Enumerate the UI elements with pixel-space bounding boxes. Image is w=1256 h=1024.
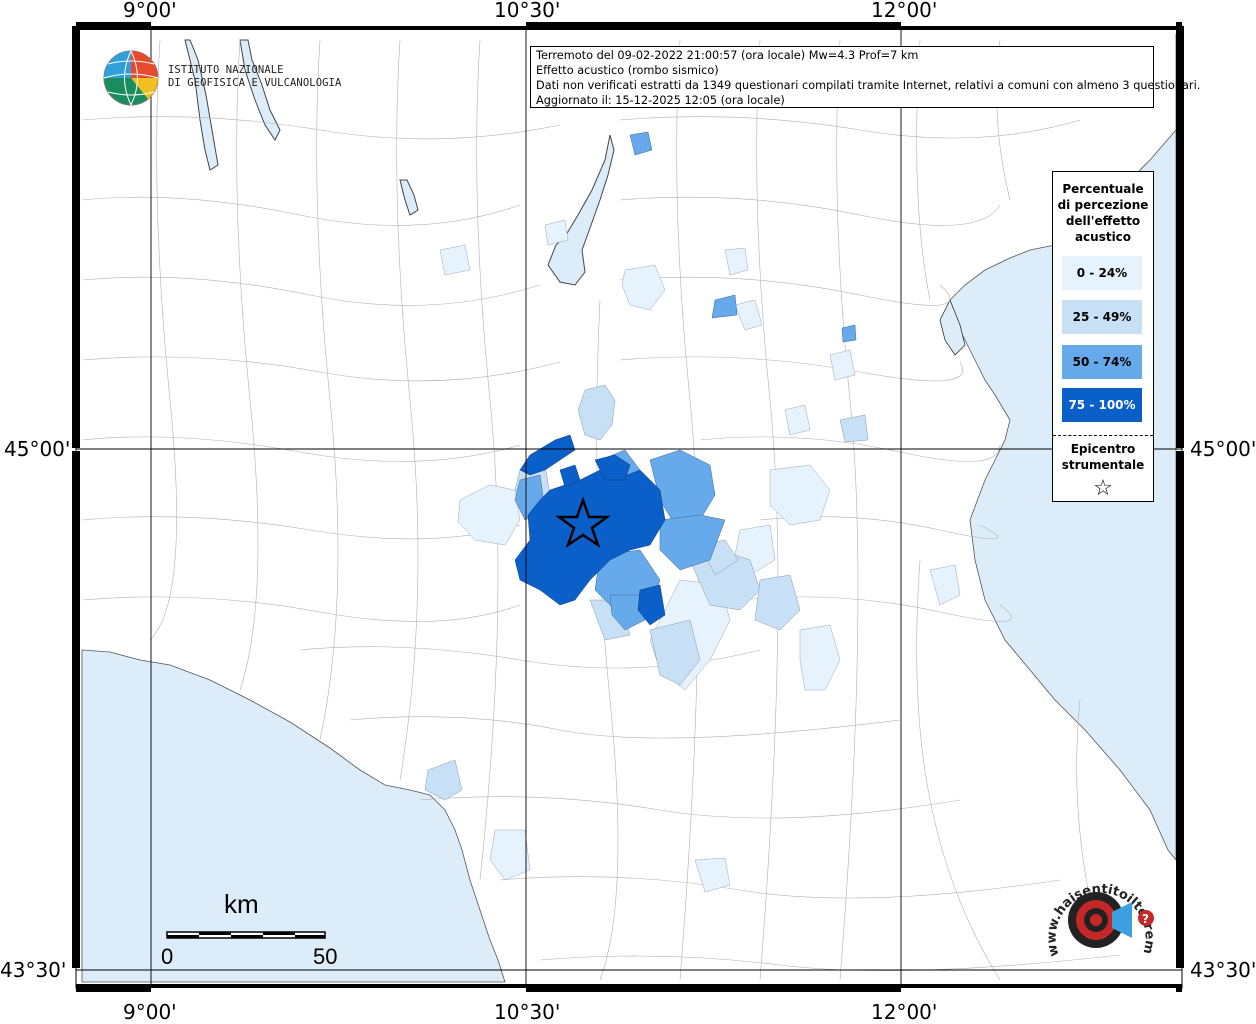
logo-line-2: DI GEOFISICA E VULCANOLOGIA: [168, 77, 342, 89]
lon-label-top-3: 12°00': [871, 0, 938, 22]
legend-class-0-24: 0 - 24%: [1062, 256, 1142, 290]
scale-unit: km: [224, 889, 259, 919]
legend-title-line: Percentuale: [1062, 182, 1144, 196]
lon-label-bottom-1: 9°00': [123, 1000, 177, 1024]
lon-label-bottom-3: 12°00': [871, 1000, 938, 1024]
haisentito-logo: www.haisentitoilterremoto.it ?: [1034, 860, 1157, 958]
legend-epicenter-line: Epicentro: [1070, 442, 1136, 456]
legend: Percentuale di percezione dell'effetto a…: [1052, 171, 1154, 502]
event-updated: Aggiornato il: 15-12-2025 12:05 (ora loc…: [536, 94, 785, 107]
event-title: Terremoto del 09-02-2022 21:00:57 (ora l…: [536, 49, 919, 62]
event-note: Dati non verificati estratti da 1349 que…: [536, 79, 1201, 92]
event-info-box: Terremoto del 09-02-2022 21:00:57 (ora l…: [530, 46, 1201, 108]
legend-title: Percentuale di percezione dell'effetto a…: [1053, 181, 1153, 245]
scale-tick-0: 0: [161, 944, 174, 969]
legend-title-line: dell'effetto: [1065, 214, 1141, 228]
scale-bar: [166, 931, 326, 939]
svg-text:?: ?: [1142, 912, 1149, 926]
legend-class-25-49: 25 - 49%: [1062, 300, 1142, 334]
lon-label-bottom-2: 10°30': [494, 1000, 561, 1024]
legend-title-line: acustico: [1074, 230, 1132, 244]
legend-class-75-100: 75 - 100%: [1062, 388, 1142, 422]
legend-title-line: di percezione: [1057, 198, 1149, 212]
legend-epicenter-label: Epicentro strumentale: [1053, 441, 1153, 473]
lon-label-top-2: 10°30': [494, 0, 561, 22]
lat-label-right-1: 45°00': [1190, 437, 1256, 461]
legend-epicenter-line: strumentale: [1061, 458, 1145, 472]
logo-line-1: ISTITUTO NAZIONALE: [168, 64, 284, 76]
lat-label-left-2: 43°30': [0, 958, 67, 982]
lat-label-left-1: 45°00': [4, 437, 71, 461]
ingv-logo-icon: [103, 50, 159, 106]
event-subtitle: Effetto acustico (rombo sismico): [536, 64, 719, 77]
ingv-logo-text: ISTITUTO NAZIONALE DI GEOFISICA E VULCAN…: [168, 64, 341, 90]
legend-divider: [1053, 435, 1153, 436]
legend-class-50-74: 50 - 74%: [1062, 345, 1142, 379]
lon-label-top-1: 9°00': [123, 0, 177, 22]
scale-tick-50: 50: [313, 944, 338, 969]
map-area: [76, 26, 1182, 988]
legend-star-icon: ☆: [1093, 476, 1113, 501]
lat-label-right-2: 43°30': [1190, 958, 1256, 982]
